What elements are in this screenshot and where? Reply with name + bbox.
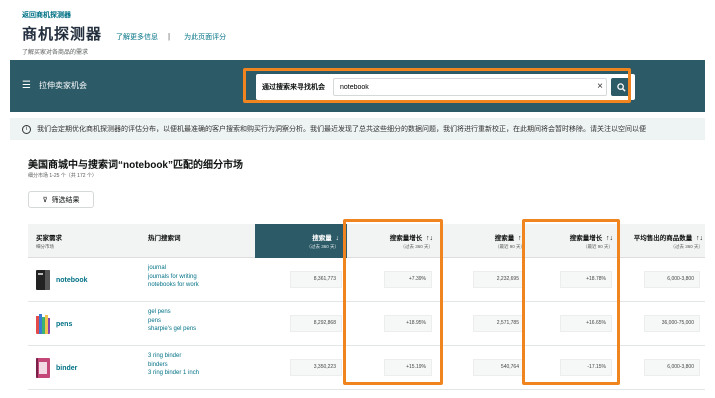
clear-icon[interactable]: ×: [597, 81, 603, 92]
column-header-sub: （最近 90 天）: [494, 244, 525, 249]
title-row: 商机探测器 了解更多信息 | 为此页面评分: [22, 23, 715, 44]
growth-90: -17.15%: [560, 359, 612, 376]
column-header-avg-units-sold[interactable]: 平均售出的商品数量 ↑↓ （过去 360 天）: [619, 224, 705, 258]
niche-cell[interactable]: binder: [36, 358, 77, 378]
sort-icon: ↑↓: [426, 235, 433, 242]
page-title: 商机探测器: [22, 26, 103, 43]
rate-page-link[interactable]: 为此页面评分: [184, 32, 226, 42]
avg-units-sold: 6,000-3,800: [644, 359, 700, 376]
search-volume-360: 8,292,868: [290, 315, 342, 332]
menu-label: 拉伸卖家机会: [38, 81, 87, 90]
column-header-growth-360[interactable]: 搜索量增长 ↑↓ （过去 360 天）: [347, 224, 439, 258]
section-title: 美国商城中与搜索词“notebook”匹配的细分市场: [28, 160, 243, 171]
growth-360: +7.39%: [384, 271, 432, 288]
avg-units-sold: 36,000-75,000: [644, 315, 700, 332]
sort-icon: ↑↓: [518, 235, 525, 242]
header-separator: |: [168, 32, 171, 41]
back-link[interactable]: 返回商机探测器: [22, 10, 715, 20]
column-header-sub: （过去 360 天）: [306, 244, 339, 249]
search-term-link[interactable]: 3 ring binder: [148, 352, 199, 361]
column-header-sub: （过去 360 天）: [400, 244, 433, 249]
search-input[interactable]: [333, 78, 607, 96]
search-volume-360: 8,361,773: [290, 271, 342, 288]
pens-thumbnail: [36, 314, 50, 334]
growth-360: +15.19%: [384, 359, 432, 376]
column-header-label: 搜索量增长: [569, 235, 603, 242]
search-term-link[interactable]: sharpie's gel pens: [148, 325, 196, 334]
column-header-label: 平均售出的商品数量: [633, 235, 693, 242]
search-terms: journal journals for writing notebooks f…: [148, 264, 199, 290]
search-term-link[interactable]: 3 ring binder 1 inch: [148, 369, 199, 378]
growth-90: +18.78%: [560, 271, 612, 288]
page-header: 返回商机探测器 商机探测器 了解更多信息 | 为此页面评分 了解买家对各商品的需…: [0, 0, 715, 60]
column-header-niche: 买家需求 细分市场: [36, 224, 136, 258]
niche-name[interactable]: notebook: [56, 277, 88, 284]
search-term-link[interactable]: pens: [148, 317, 196, 326]
search-term-link[interactable]: notebooks for work: [148, 281, 199, 290]
search-icon: [616, 82, 626, 92]
info-banner: i 我们会定期优化商机探测器的评估分布，以便机最准确的客户搜索和购买行为洞察分析…: [10, 118, 705, 140]
search-volume-90: 2,571,785: [473, 315, 525, 332]
niche-name[interactable]: binder: [56, 365, 77, 372]
table-row: pens gel pens pens sharpie's gel pens 8,…: [28, 302, 705, 346]
info-icon: i: [22, 124, 31, 134]
search-terms: 3 ring binder binders 3 ring binder 1 in…: [148, 352, 199, 378]
menu-button[interactable]: ☰ 拉伸卖家机会: [22, 80, 87, 91]
search-panel: 通过搜索来寻找机会 ×: [256, 74, 635, 100]
sort-icon: ↑↓: [606, 235, 613, 242]
table-row: notebook journal journals for writing no…: [28, 258, 705, 302]
search-term-link[interactable]: journal: [148, 264, 199, 273]
binder-thumbnail: [36, 358, 50, 378]
filter-button[interactable]: ⊽ 筛选结果: [28, 191, 94, 208]
sort-icon: ↑↓: [696, 235, 703, 242]
search-label: 通过搜索来寻找机会: [262, 84, 325, 91]
hamburger-icon: ☰: [22, 80, 31, 91]
column-header-search-volume-360[interactable]: 搜索量 ↓ （过去 360 天）: [255, 224, 347, 258]
column-header-label: 搜索量: [312, 235, 332, 242]
search-terms: gel pens pens sharpie's gel pens: [148, 308, 196, 334]
column-header-sub: （最近 90 天）: [582, 244, 613, 249]
avg-units-sold: 6,000-3,800: [644, 271, 700, 288]
column-header-growth-90[interactable]: 搜索量增长 ↑↓ （最近 90 天）: [531, 224, 619, 258]
column-header-sub: 细分市场: [36, 244, 54, 249]
column-header-label: 热门搜索词: [148, 235, 181, 242]
search-term-link[interactable]: journals for writing: [148, 273, 199, 282]
page-subtitle: 了解买家对各商品的需求: [22, 50, 89, 56]
column-header-terms: 热门搜索词: [148, 224, 248, 258]
niche-name[interactable]: pens: [56, 321, 72, 328]
result-count: 细分市场 1-25 个（共 172 个）: [28, 173, 97, 179]
search-volume-90: 2,232,695: [473, 271, 525, 288]
table-header: 买家需求 细分市场 热门搜索词 搜索量 ↓ （过去 360 天） 搜索量增长 ↑…: [28, 224, 705, 258]
search-volume-90: 540,764: [473, 359, 525, 376]
column-header-label: 搜索量增长: [389, 235, 423, 242]
filter-label: 筛选结果: [51, 196, 80, 204]
growth-360: +18.95%: [384, 315, 432, 332]
search-volume-360: 3,350,223: [290, 359, 342, 376]
notebook-thumbnail: [36, 270, 50, 290]
learn-more-link[interactable]: 了解更多信息: [116, 32, 158, 42]
niche-table: 买家需求 细分市场 热门搜索词 搜索量 ↓ （过去 360 天） 搜索量增长 ↑…: [28, 224, 705, 390]
filter-icon: ⊽: [42, 196, 48, 204]
search-term-link[interactable]: gel pens: [148, 308, 196, 317]
search-term-link[interactable]: binders: [148, 361, 199, 370]
column-header-label: 买家需求: [36, 235, 62, 242]
info-text: 我们会定期优化商机探测器的评估分布，以便机最准确的客户搜索和购买行为洞察分析。我…: [37, 126, 646, 133]
column-header-sub: （过去 360 天）: [670, 244, 703, 249]
search-button[interactable]: [611, 78, 631, 96]
growth-90: +16.65%: [560, 315, 612, 332]
sort-down-icon: ↓: [335, 235, 340, 242]
table-row: binder 3 ring binder binders 3 ring bind…: [28, 346, 705, 390]
niche-cell[interactable]: notebook: [36, 270, 88, 290]
niche-cell[interactable]: pens: [36, 314, 72, 334]
search-toolbar: ☰ 拉伸卖家机会 通过搜索来寻找机会 ×: [10, 60, 705, 112]
column-header-search-volume-90[interactable]: 搜索量 ↑↓ （最近 90 天）: [439, 224, 531, 258]
column-header-label: 搜索量: [494, 235, 515, 242]
